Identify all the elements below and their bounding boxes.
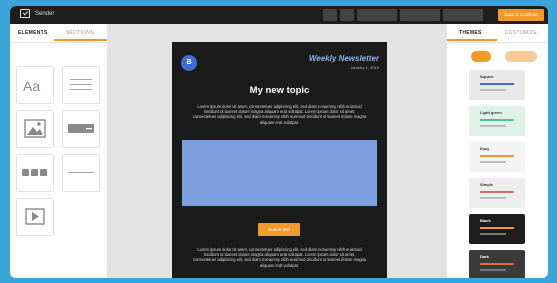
theme-strip <box>480 119 514 121</box>
divider-line <box>68 172 94 173</box>
mail-check-icon <box>20 9 30 18</box>
text-block[interactable]: Aa <box>16 66 54 104</box>
paragraph-block[interactable] <box>62 66 100 104</box>
theme-name: Easy <box>480 146 490 151</box>
theme-name: Dark <box>480 254 489 259</box>
theme-card-light-green[interactable]: Light green <box>469 106 525 136</box>
theme-strip <box>480 161 506 163</box>
newsletter-logo[interactable]: B <box>181 55 197 71</box>
theme-strip <box>480 89 506 91</box>
theme-filter-pill[interactable] <box>505 51 537 62</box>
app-window: Sender Save & Continue ELEMENTS SECTIONS… <box>10 6 548 278</box>
topic-heading[interactable]: My new topic <box>172 85 387 96</box>
button-block[interactable] <box>62 110 100 148</box>
tab-sections[interactable]: SECTIONS <box>66 30 94 36</box>
tab-customize[interactable]: CUSTOMIZE <box>505 30 537 36</box>
theme-name: Square <box>480 74 494 79</box>
text-line <box>70 89 92 90</box>
exit-button[interactable] <box>443 9 483 21</box>
theme-name: Simple <box>480 182 494 187</box>
brand: Sender <box>20 9 54 18</box>
elements-panel: ELEMENTS SECTIONS Aa <box>10 24 107 278</box>
theme-strip <box>480 269 506 271</box>
text-line <box>70 84 92 85</box>
theme-card-easy[interactable]: Easy <box>469 142 525 172</box>
newsletter-preview[interactable]: B Weekly Newsletter January 1, 2019 My n… <box>172 42 387 278</box>
social-icons <box>22 169 47 176</box>
body-paragraph[interactable]: Lorem ipsum dolor sit amet, consectetuer… <box>192 104 367 125</box>
active-tab-indicator <box>447 39 497 41</box>
theme-card-dark[interactable]: Dark <box>469 250 525 278</box>
tab-themes[interactable]: THEMES <box>459 30 482 36</box>
undo-button[interactable] <box>323 9 337 21</box>
divider-block[interactable] <box>62 154 100 192</box>
theme-card-black[interactable]: Black <box>469 214 525 244</box>
preview-button[interactable] <box>357 9 397 21</box>
screenshot-frame: Sender Save & Continue ELEMENTS SECTIONS… <box>0 0 557 283</box>
send-test-button[interactable] <box>400 9 440 21</box>
theme-card-square[interactable]: Square <box>469 70 525 100</box>
image-block[interactable] <box>16 110 54 148</box>
active-tab-indicator <box>54 39 107 41</box>
theme-strip <box>480 227 514 229</box>
text-line <box>70 79 92 80</box>
hero-image-placeholder[interactable] <box>182 140 377 206</box>
themes-panel: THEMES CUSTOMIZE Square Light green Easy <box>447 24 548 278</box>
tab-elements[interactable]: ELEMENTS <box>18 30 48 36</box>
theme-strip <box>480 263 514 265</box>
social-block[interactable] <box>16 154 54 192</box>
image-icon <box>24 119 46 138</box>
theme-strip <box>480 155 514 157</box>
text-block-label: Aa <box>23 78 41 94</box>
save-continue-button[interactable]: Save & Continue <box>498 9 544 21</box>
app-name: Sender <box>35 10 55 17</box>
theme-strip <box>480 83 514 85</box>
button-icon <box>68 124 94 133</box>
newsletter-date[interactable]: January 1, 2019 <box>350 65 379 70</box>
theme-filter-pill[interactable] <box>471 51 491 62</box>
theme-strip <box>480 197 506 199</box>
theme-name: Black <box>480 218 491 223</box>
editor-canvas: B Weekly Newsletter January 1, 2019 My n… <box>107 24 447 278</box>
video-block[interactable] <box>16 198 54 236</box>
body-paragraph-2[interactable]: Lorem ipsum dolor sit amet, consectetuer… <box>192 247 367 268</box>
theme-card-simple[interactable]: Simple <box>469 178 525 208</box>
redo-button[interactable] <box>340 9 354 21</box>
newsletter-button[interactable]: Button text <box>258 223 300 236</box>
top-bar: Sender Save & Continue <box>10 6 548 24</box>
newsletter-title[interactable]: Weekly Newsletter <box>309 54 379 63</box>
elements-tabs: ELEMENTS SECTIONS <box>10 24 107 43</box>
theme-strip <box>480 233 506 235</box>
theme-strip <box>480 125 506 127</box>
themes-tabs: THEMES CUSTOMIZE <box>447 24 548 43</box>
theme-name: Light green <box>480 110 502 115</box>
play-icon <box>25 208 45 225</box>
theme-strip <box>480 191 514 193</box>
